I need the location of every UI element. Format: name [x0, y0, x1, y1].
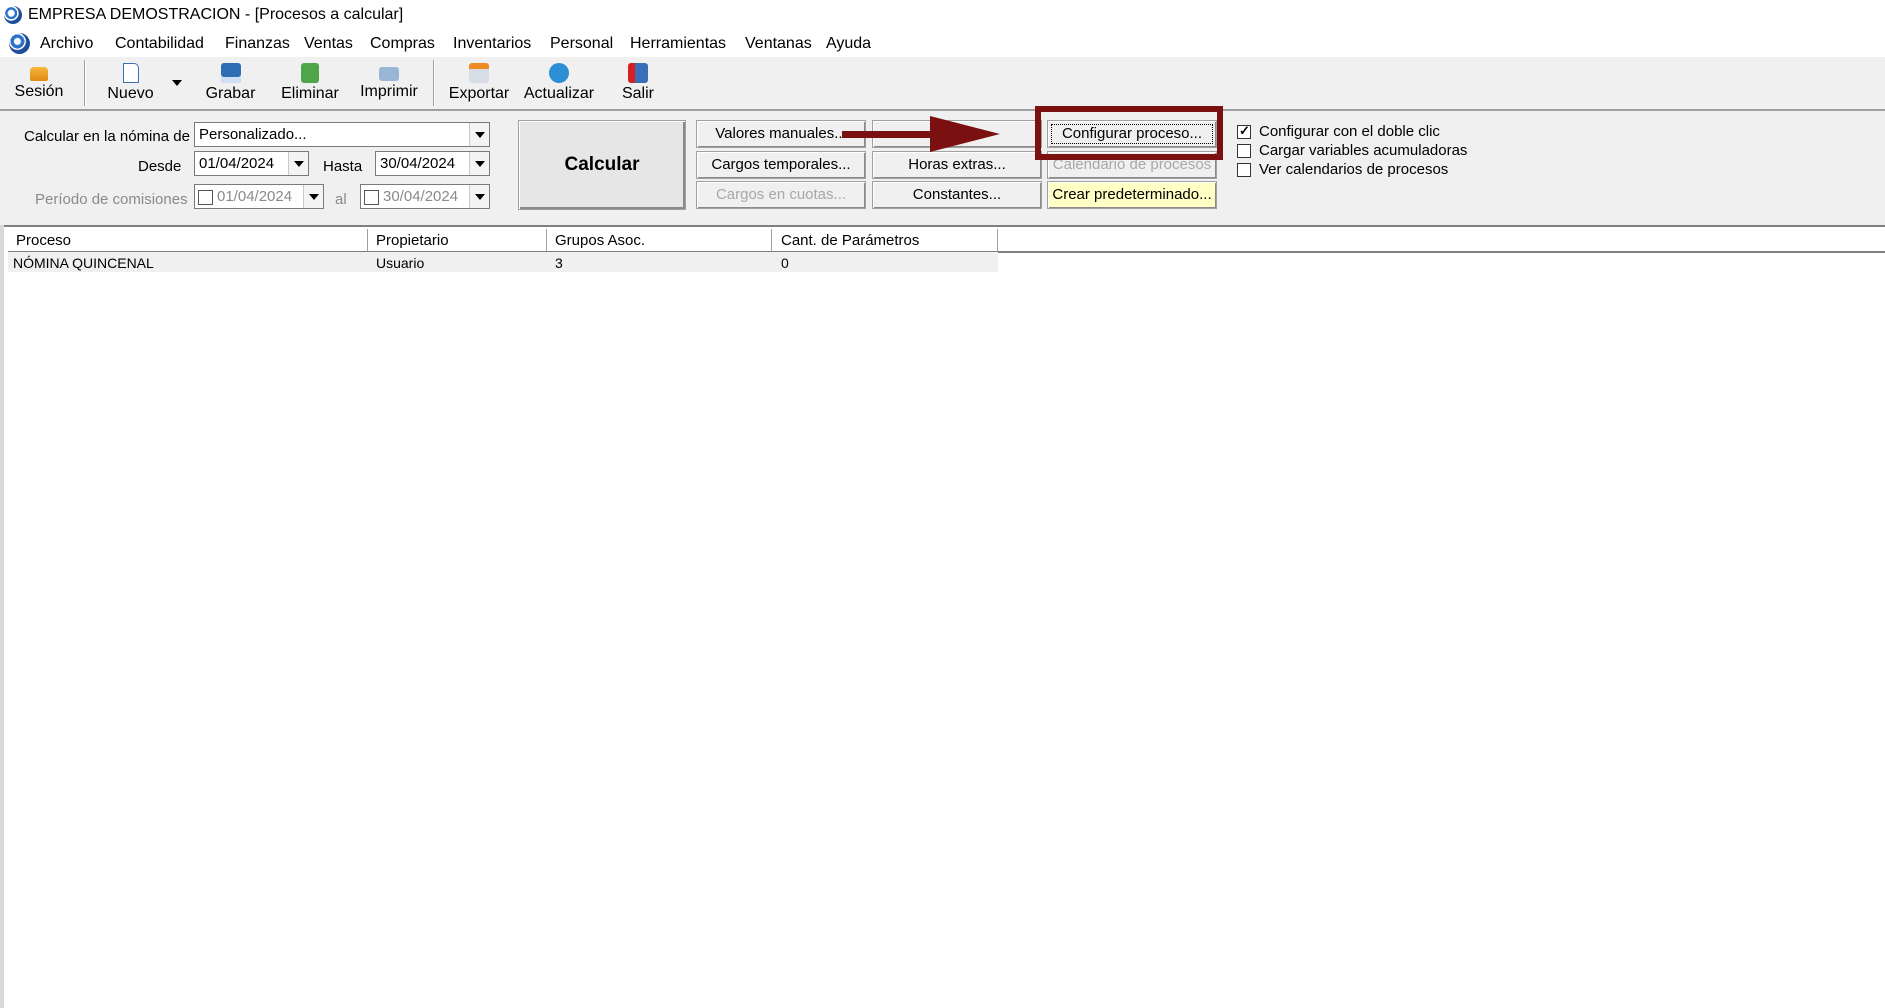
nomina-value: Personalizado... [199, 126, 307, 143]
system-menu-icon[interactable] [9, 33, 30, 54]
cell-grupos: 3 [555, 255, 563, 271]
refresh-icon [549, 63, 569, 83]
nomina-label: Calcular en la nómina de [24, 128, 190, 145]
calcular-button[interactable]: Calcular [518, 120, 686, 210]
configurar-doble-clic-label: Configurar con el doble clic [1259, 123, 1440, 140]
chevron-down-icon[interactable] [469, 123, 489, 146]
app-icon [4, 6, 22, 24]
column-header-parametros[interactable]: Cant. de Parámetros [781, 232, 919, 249]
menu-ventas[interactable]: Ventas [304, 35, 353, 53]
crear-predeterminado-button[interactable]: Crear predeterminado... [1047, 181, 1217, 209]
annotation-arrow-icon [842, 116, 1000, 152]
grabar-label: Grabar [205, 85, 256, 102]
imprimir-button[interactable]: Imprimir [356, 63, 422, 101]
comisiones-hasta-value: 30/04/2024 [383, 188, 459, 205]
configurar-doble-clic-checkbox[interactable] [1237, 123, 1251, 139]
ver-calendarios-label: Ver calendarios de procesos [1259, 161, 1449, 178]
column-header-grupos[interactable]: Grupos Asoc. [555, 232, 645, 249]
menu-contabilidad[interactable]: Contabilidad [115, 35, 204, 53]
desde-value: 01/04/2024 [199, 155, 275, 172]
hasta-label: Hasta [323, 158, 363, 175]
actualizar-button[interactable]: Actualizar [522, 63, 596, 103]
toolbar-separator [84, 60, 86, 106]
hasta-value: 30/04/2024 [380, 155, 456, 172]
actualizar-label: Actualizar [523, 85, 595, 102]
nuevo-label: Nuevo [107, 85, 154, 102]
cargos-en-cuotas-button[interactable]: Cargos en cuotas... [696, 181, 866, 209]
menu-inventarios[interactable]: Inventarios [453, 35, 531, 53]
desde-label: Desde [138, 158, 182, 175]
table-header [8, 229, 1885, 253]
column-divider[interactable] [997, 229, 998, 251]
menu-personal[interactable]: Personal [550, 35, 613, 53]
comisiones-desde-checkbox[interactable] [198, 190, 213, 205]
column-header-proceso[interactable]: Proceso [16, 232, 71, 249]
export-icon [469, 63, 489, 83]
comisiones-desde-value: 01/04/2024 [217, 188, 293, 205]
nomina-select[interactable]: Personalizado... [194, 122, 490, 147]
cell-proceso: NÓMINA QUINCENAL [13, 255, 154, 271]
new-document-icon [122, 63, 139, 83]
eliminar-button[interactable]: Eliminar [278, 63, 342, 103]
menu-ayuda[interactable]: Ayuda [826, 35, 871, 53]
window-border [0, 225, 4, 1008]
menu-compras[interactable]: Compras [370, 35, 435, 53]
salir-label: Salir [621, 85, 654, 102]
cargar-variables-checkbox[interactable] [1237, 144, 1251, 158]
comisiones-hasta-checkbox[interactable] [364, 190, 379, 205]
exportar-button[interactable]: Exportar [446, 63, 512, 103]
annotation-highlight-box [1035, 106, 1223, 160]
menu-finanzas[interactable]: Finanzas [225, 35, 290, 53]
table-row[interactable] [8, 252, 998, 272]
nuevo-button[interactable]: Nuevo [103, 63, 158, 103]
exit-icon [628, 63, 648, 83]
comisiones-hasta-field[interactable]: 30/04/2024 [360, 184, 490, 209]
cargar-variables-label: Cargar variables acumuladoras [1259, 142, 1468, 159]
nuevo-dropdown-arrow-icon[interactable] [172, 80, 182, 86]
grabar-button[interactable]: Grabar [203, 63, 258, 103]
window-title: EMPRESA DEMOSTRACION - [Procesos a calcu… [28, 6, 404, 23]
hasta-date-field[interactable]: 30/04/2024 [375, 151, 490, 176]
chevron-down-icon[interactable] [469, 152, 489, 175]
desde-date-field[interactable]: 01/04/2024 [194, 151, 309, 176]
ver-calendarios-checkbox[interactable] [1237, 163, 1251, 177]
column-divider[interactable] [771, 229, 772, 251]
imprimir-label: Imprimir [360, 83, 418, 100]
menu-ventanas[interactable]: Ventanas [745, 35, 812, 53]
chevron-down-icon[interactable] [303, 185, 323, 208]
menu-archivo[interactable]: Archivo [40, 35, 93, 53]
menu-herramientas[interactable]: Herramientas [630, 35, 726, 53]
column-divider[interactable] [546, 229, 547, 251]
chevron-down-icon[interactable] [469, 185, 489, 208]
cell-parametros: 0 [781, 255, 789, 271]
chevron-down-icon[interactable] [288, 152, 308, 175]
exportar-label: Exportar [448, 85, 510, 102]
al-label: al [335, 191, 347, 208]
toolbar-separator [433, 60, 435, 106]
sesion-label: Sesión [14, 83, 64, 100]
sesion-button[interactable]: Sesión [14, 63, 64, 101]
column-header-propietario[interactable]: Propietario [376, 232, 449, 249]
save-icon [220, 63, 241, 83]
delete-icon [301, 63, 319, 83]
comisiones-label: Período de comisiones [35, 191, 188, 208]
eliminar-label: Eliminar [281, 85, 339, 102]
printer-icon [379, 67, 399, 81]
salir-button[interactable]: Salir [616, 63, 660, 103]
session-icon [30, 67, 48, 81]
cell-propietario: Usuario [376, 255, 425, 271]
constantes-button[interactable]: Constantes... [872, 181, 1042, 209]
column-divider[interactable] [367, 229, 368, 251]
comisiones-desde-field[interactable]: 01/04/2024 [194, 184, 324, 209]
